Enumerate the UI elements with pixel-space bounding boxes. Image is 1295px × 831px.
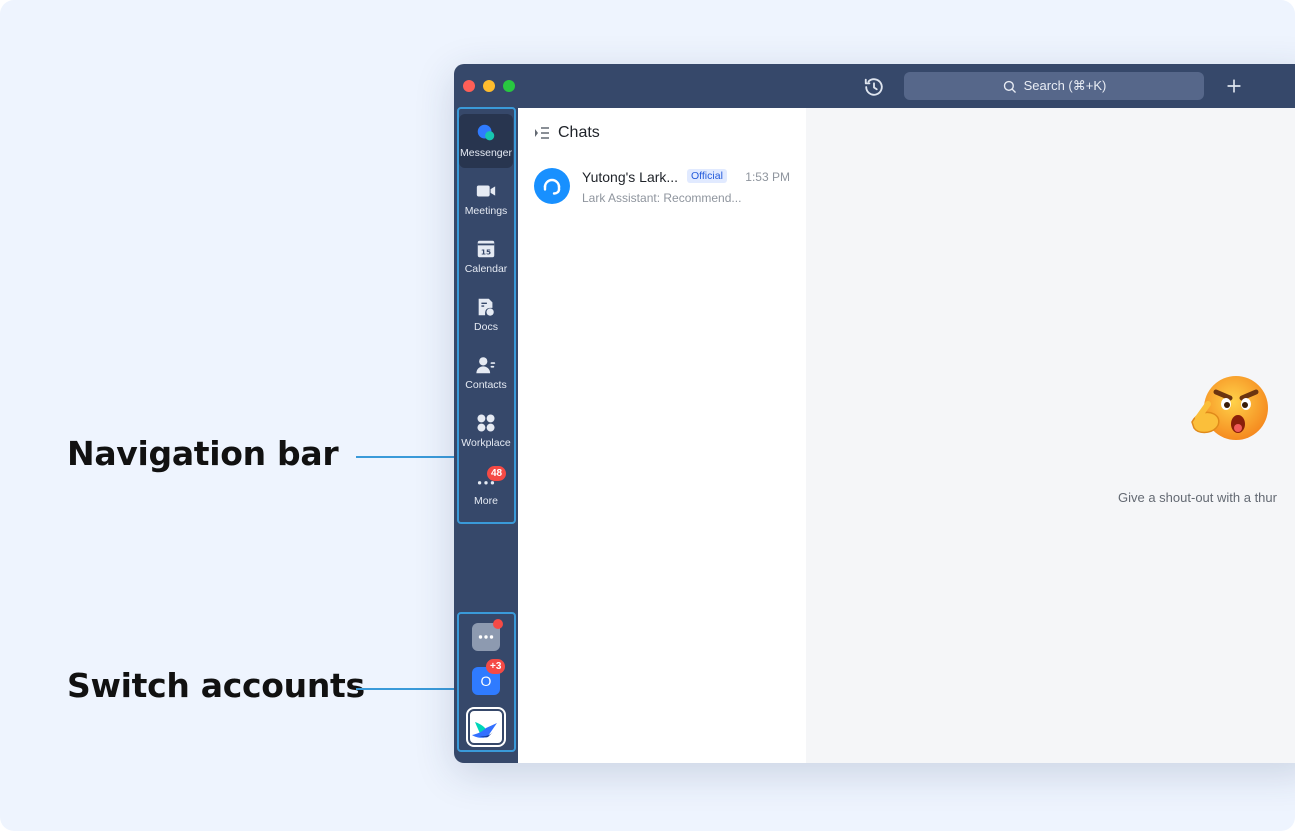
chats-title: Chats bbox=[558, 124, 600, 141]
switch-accounts-highlight bbox=[457, 612, 516, 752]
navigation-bar: Messenger Meetings 15 Calendar Docs Cont… bbox=[454, 107, 518, 763]
collapse-sidebar-icon[interactable] bbox=[534, 126, 550, 140]
chat-preview: Lark Assistant: Recommend... bbox=[582, 191, 742, 205]
canvas: Navigation bar Switch accounts Search (⌘… bbox=[0, 0, 1295, 831]
annotation-navigation-bar: Navigation bar bbox=[67, 434, 339, 473]
minimize-window-button[interactable] bbox=[483, 80, 495, 92]
search-input[interactable]: Search (⌘+K) bbox=[904, 72, 1204, 100]
maximize-window-button[interactable] bbox=[503, 80, 515, 92]
plus-icon[interactable] bbox=[1224, 76, 1244, 96]
headset-icon bbox=[543, 178, 561, 195]
chat-time: 1:53 PM bbox=[745, 170, 790, 184]
history-icon[interactable] bbox=[863, 76, 885, 98]
main-content-area: Give a shout-out with a thur bbox=[806, 108, 1295, 763]
avatar bbox=[534, 168, 570, 204]
thinking-emoji-icon bbox=[1191, 376, 1268, 440]
annotation-switch-accounts: Switch accounts bbox=[67, 666, 365, 705]
chats-header: Chats bbox=[534, 124, 600, 142]
official-badge: Official bbox=[687, 169, 727, 183]
chat-row[interactable]: Yutong's Lark... Official 1:53 PM Lark A… bbox=[518, 158, 806, 214]
search-icon bbox=[1003, 80, 1016, 93]
chat-name: Yutong's Lark... bbox=[582, 169, 679, 185]
titlebar: Search (⌘+K) bbox=[454, 64, 1295, 108]
annotation-line-nav bbox=[356, 456, 458, 458]
close-window-button[interactable] bbox=[463, 80, 475, 92]
annotation-line-accounts bbox=[356, 688, 458, 690]
search-placeholder: Search (⌘+K) bbox=[1023, 78, 1107, 93]
navigation-bar-highlight bbox=[457, 107, 516, 524]
app-window: Search (⌘+K) Messenger Meetings 15 Calen… bbox=[454, 64, 1295, 763]
empty-state-text: Give a shout-out with a thur bbox=[1118, 490, 1277, 505]
chat-list-panel: Chats Yutong's Lark... Official 1:53 PM … bbox=[518, 108, 806, 763]
